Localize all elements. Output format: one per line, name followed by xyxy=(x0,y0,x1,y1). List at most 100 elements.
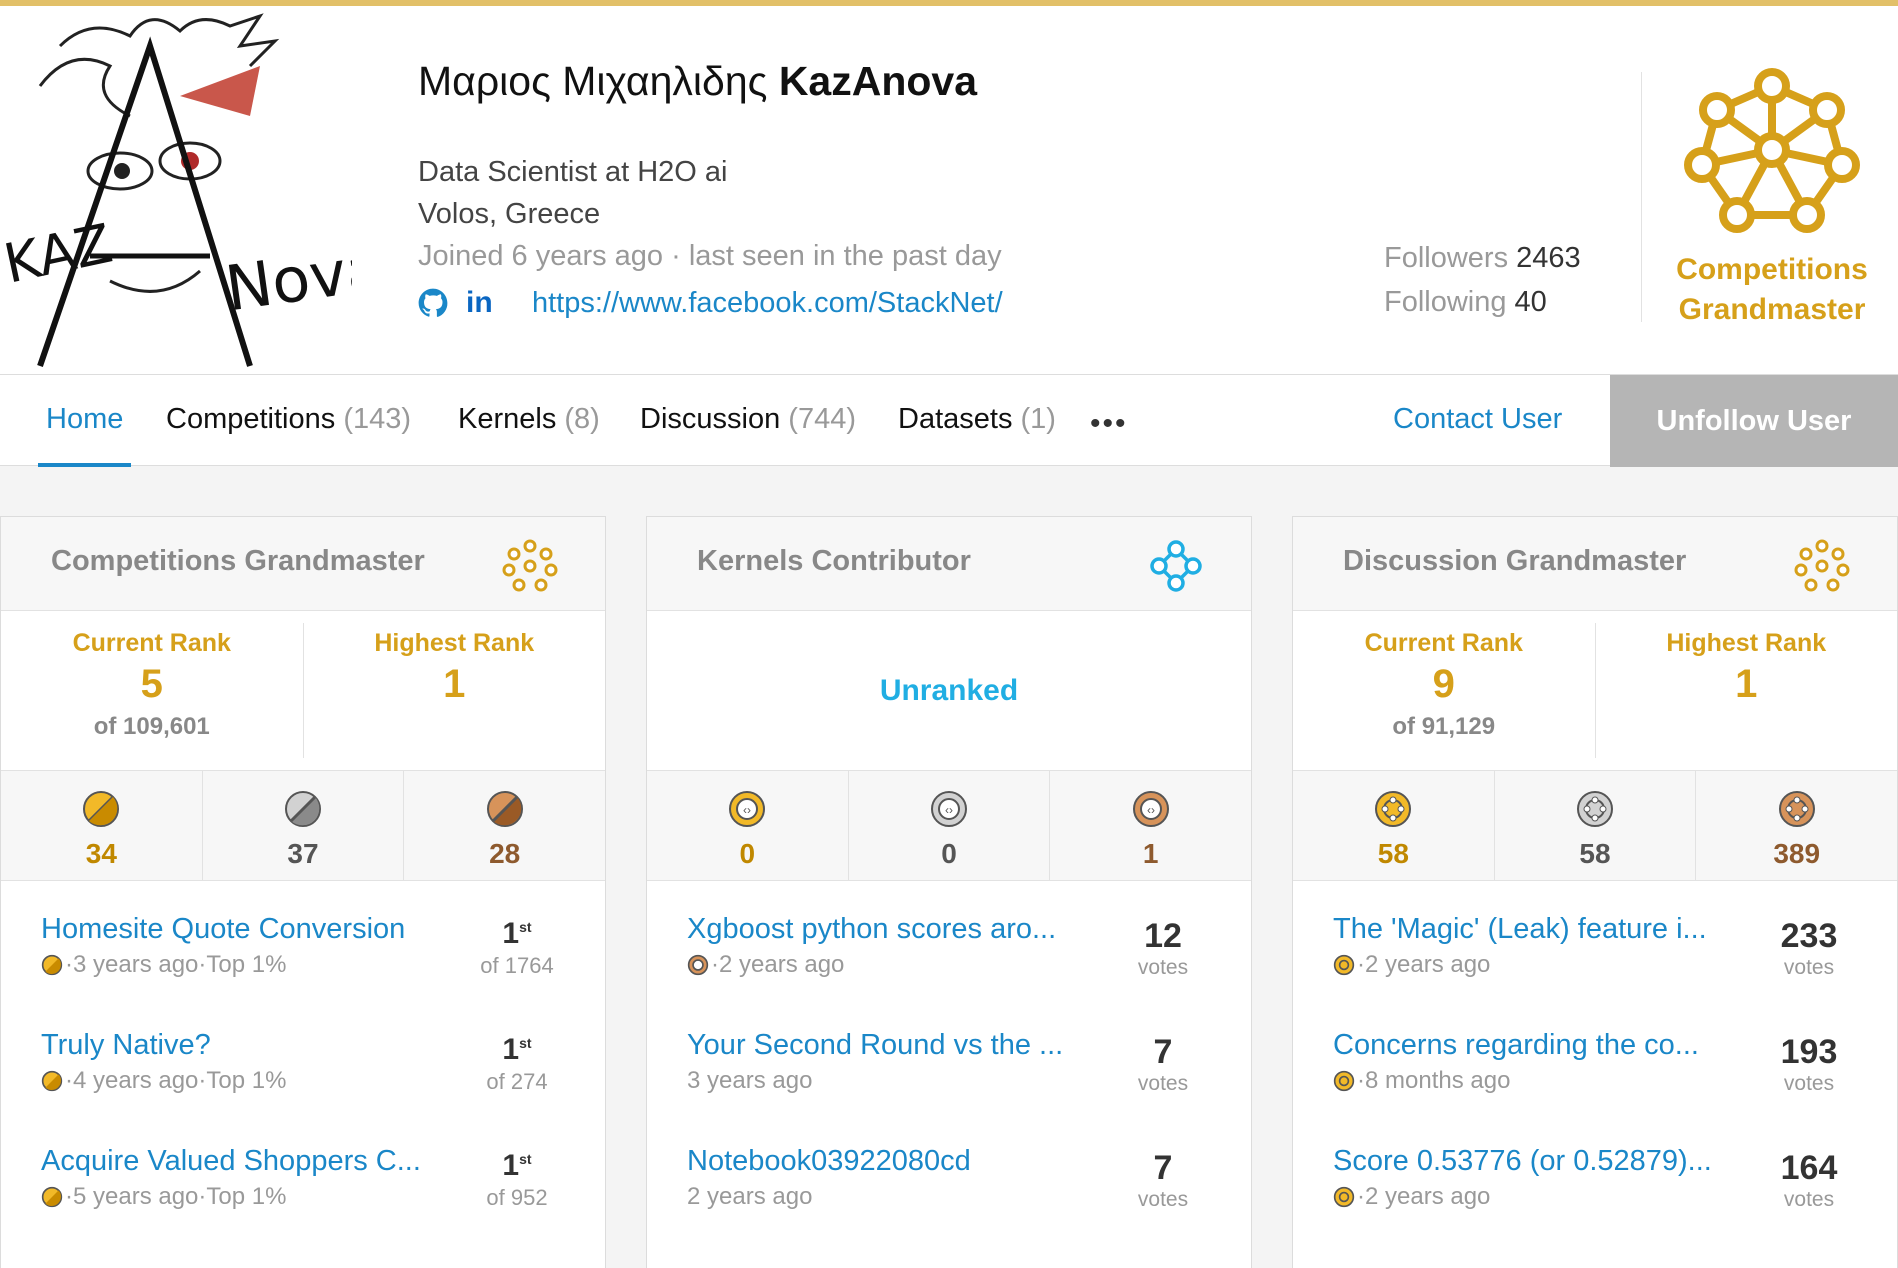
item-title[interactable]: Concerns regarding the co... xyxy=(1333,1029,1699,1062)
display-name: Μαριος Μιχαηλιδης xyxy=(418,58,768,104)
item-meta: 3 years ago xyxy=(687,1067,812,1095)
kernels-panel: Kernels Contributor Unranked ‹› 0 ‹› 0 ‹… xyxy=(646,516,1252,1268)
bronze-medals: 28 xyxy=(403,771,605,880)
item-title[interactable]: Acquire Valued Shoppers C... xyxy=(41,1145,421,1178)
votes-value: 164 xyxy=(1780,1149,1838,1187)
highest-rank-value: 1 xyxy=(443,662,466,706)
item-title[interactable]: Truly Native? xyxy=(41,1029,211,1062)
medal-counts: 34 37 28 xyxy=(1,771,605,881)
item-title[interactable]: Notebook03922080cd xyxy=(687,1145,971,1178)
list-item[interactable]: The 'Magic' (Leak) feature i... ·2 years… xyxy=(1293,903,1897,1019)
discussion-panel: Discussion Grandmaster Current Rank 9 of… xyxy=(1292,516,1898,1268)
place-value: 1 xyxy=(502,917,520,950)
bronze-medal-icon xyxy=(486,791,523,827)
list-item[interactable]: Truly Native? ·4 years ago·Top 1% 1st of… xyxy=(1,1019,605,1135)
item-title[interactable]: Score 0.53776 (or 0.52879)... xyxy=(1333,1145,1712,1178)
votes-value: 233 xyxy=(1780,917,1838,955)
gold-medals: 34 xyxy=(1,771,202,880)
panel-title: Kernels Contributor xyxy=(697,545,971,577)
avatar-drawing: KAZ Nova xyxy=(0,6,352,374)
highest-rank-label: Highest Rank xyxy=(1666,629,1827,657)
item-subtitle: 2 years ago xyxy=(687,1183,813,1210)
bronze-medals: 389 xyxy=(1695,771,1897,880)
silver-medals: 58 xyxy=(1493,771,1696,880)
highest-rank-label: Highest Rank xyxy=(374,629,535,657)
current-rank-value: 5 xyxy=(140,662,163,706)
place-suffix: st xyxy=(519,919,532,935)
list-item[interactable]: Xgboost python scores aro... ·2 years ag… xyxy=(647,903,1251,1019)
gold-medals: 58 xyxy=(1293,771,1494,880)
silver-discussion-medal-icon xyxy=(1577,791,1613,827)
unfollow-user-button[interactable]: Unfollow User xyxy=(1610,375,1898,467)
github-icon[interactable] xyxy=(418,288,448,318)
item-subtitle: ·2 years ago xyxy=(711,951,845,978)
grandmaster-icon xyxy=(1682,60,1862,240)
votes-value: 7 xyxy=(1153,1149,1173,1187)
item-title[interactable]: Homesite Quote Conversion xyxy=(41,913,405,946)
social-links: in https://www.facebook.com/StackNet/ xyxy=(418,286,1003,320)
followers-row[interactable]: Followers 2463 xyxy=(1384,242,1581,275)
following-row[interactable]: Following 40 xyxy=(1384,286,1547,319)
competition-list: Homesite Quote Conversion ·3 years ago·T… xyxy=(1,881,605,1251)
item-subtitle: ·4 years ago·Top 1% xyxy=(65,1067,287,1094)
list-item[interactable]: Score 0.53776 (or 0.52879)... ·2 years a… xyxy=(1293,1135,1897,1251)
tab-discussion[interactable]: Discussion (744) xyxy=(640,375,856,467)
following-count: 40 xyxy=(1514,286,1547,318)
bronze-kernel-medal-icon: ‹› xyxy=(1132,791,1169,827)
tab-count: (1) xyxy=(1020,403,1056,435)
profile-nav: Home Competitions (143) Kernels (8) Disc… xyxy=(0,374,1898,467)
silver-count: 58 xyxy=(1579,838,1611,869)
item-meta: ·4 years ago·Top 1% xyxy=(41,1067,286,1095)
votes-value: 12 xyxy=(1144,917,1182,955)
tab-label: Discussion xyxy=(640,403,781,435)
item-meta: ·3 years ago·Top 1% xyxy=(41,951,286,979)
list-item[interactable]: Concerns regarding the co... ·8 months a… xyxy=(1293,1019,1897,1135)
place-value: 1 xyxy=(502,1033,520,1066)
tab-competitions[interactable]: Competitions (143) xyxy=(166,375,411,467)
profile-name: Μαριος Μιχαηλιδης KazAnova xyxy=(418,58,977,105)
discussion-list: The 'Magic' (Leak) feature i... ·2 years… xyxy=(1293,881,1897,1251)
current-rank: Current Rank 9 of 91,129 xyxy=(1293,611,1595,770)
list-item[interactable]: Your Second Round vs the ... 3 years ago… xyxy=(647,1019,1251,1135)
tab-datasets[interactable]: Datasets (1) xyxy=(898,375,1056,467)
gold-medal-icon xyxy=(41,1186,63,1208)
item-subtitle: ·8 months ago xyxy=(1357,1067,1511,1094)
place-of: of 952 xyxy=(486,1185,548,1210)
list-item[interactable]: Acquire Valued Shoppers C... ·5 years ag… xyxy=(1,1135,605,1251)
list-item[interactable]: Homesite Quote Conversion ·3 years ago·T… xyxy=(1,903,605,1019)
votes-label: votes xyxy=(1783,956,1835,979)
linkedin-icon[interactable]: in xyxy=(466,286,506,320)
rank-box: Current Rank 9 of 91,129 Highest Rank 1 xyxy=(1293,611,1897,771)
bronze-count: 1 xyxy=(1142,838,1159,869)
highest-rank-value: 1 xyxy=(1735,662,1758,706)
website-link[interactable]: https://www.facebook.com/StackNet/ xyxy=(532,287,1003,320)
gold-medal-icon xyxy=(41,954,63,976)
tab-home[interactable]: Home xyxy=(38,375,132,467)
tier-label: Competitions Grandmaster xyxy=(1650,250,1894,330)
list-item[interactable]: Notebook03922080cd 2 years ago 7 votes xyxy=(647,1135,1251,1251)
contact-user-button[interactable]: Contact User xyxy=(1393,375,1562,467)
tab-kernels[interactable]: Kernels (8) xyxy=(458,375,600,467)
gold-count: 34 xyxy=(85,838,117,869)
item-title[interactable]: The 'Magic' (Leak) feature i... xyxy=(1333,913,1707,946)
item-meta: ·2 years ago xyxy=(1333,951,1490,979)
current-rank: Current Rank 5 of 109,601 xyxy=(1,611,303,770)
item-place: 1st of 1764 xyxy=(467,917,567,979)
contributor-icon xyxy=(1150,540,1202,592)
rank-box: Unranked xyxy=(647,611,1251,771)
occupation: Data Scientist at H2O ai xyxy=(418,156,728,188)
place-suffix: st xyxy=(519,1035,532,1051)
svg-text:‹›: ‹› xyxy=(743,803,751,817)
silver-kernel-medal-icon: ‹› xyxy=(931,791,967,827)
silver-count: 37 xyxy=(287,838,319,869)
tab-label: Kernels xyxy=(458,403,557,435)
more-menu-icon[interactable]: ••• xyxy=(1090,407,1128,441)
panel-title: Discussion Grandmaster xyxy=(1343,545,1687,577)
silver-count: 0 xyxy=(941,838,957,869)
following-label: Following xyxy=(1384,286,1507,318)
item-votes: 233 votes xyxy=(1759,917,1859,980)
panel-header: Competitions Grandmaster xyxy=(1,517,605,611)
item-title[interactable]: Xgboost python scores aro... xyxy=(687,913,1056,946)
item-title[interactable]: Your Second Round vs the ... xyxy=(687,1029,1063,1062)
item-votes: 7 votes xyxy=(1113,1033,1213,1096)
